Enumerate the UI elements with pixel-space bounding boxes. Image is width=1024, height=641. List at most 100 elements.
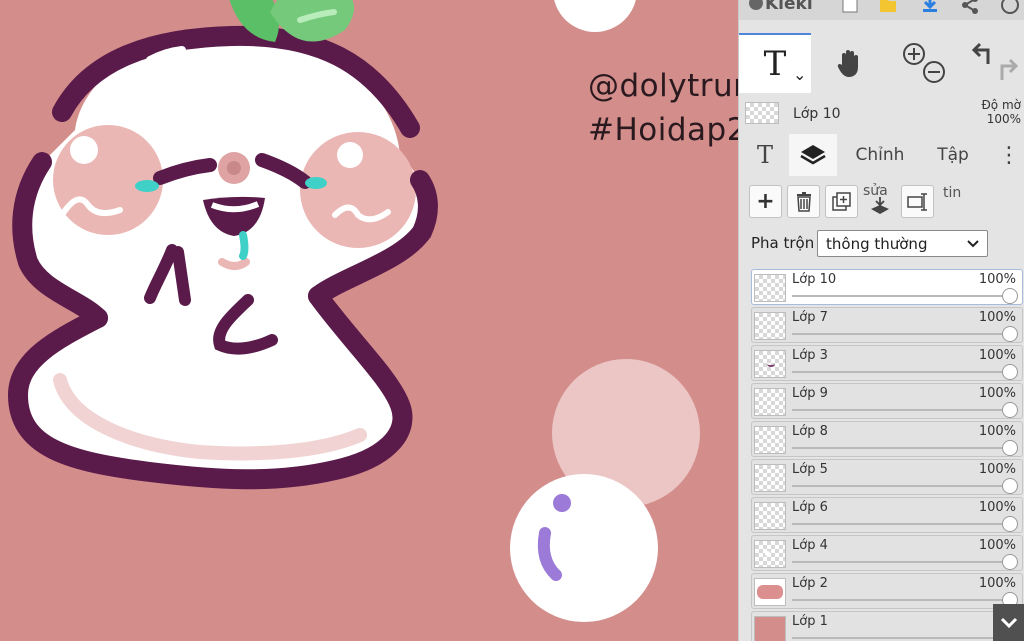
layer-row[interactable]: Lớp 6 100%: [751, 497, 1023, 533]
bubble-dot: [553, 494, 571, 512]
zoom-in-icon[interactable]: [903, 43, 925, 65]
layer-opacity-handle[interactable]: [1002, 554, 1018, 570]
layer-opacity: 100%: [978, 462, 1016, 477]
layer-row[interactable]: Lớp 110: [751, 611, 1023, 641]
merge-label: sửa: [863, 183, 888, 199]
layer-thumbnail: [754, 578, 786, 606]
opacity-value: 100%: [986, 112, 1021, 126]
opacity-label: Độ mờ: [981, 98, 1022, 112]
layer-opacity: 100%: [978, 500, 1016, 515]
layer-row[interactable]: Lớp 2 100%: [751, 573, 1023, 609]
merge-layer-button[interactable]: sửa: [863, 183, 896, 218]
layer-opacity: 100%: [978, 576, 1016, 591]
zoom-out-icon[interactable]: [923, 61, 945, 83]
layer-name: Lớp 10: [792, 272, 837, 287]
download-icon[interactable]: [921, 0, 939, 14]
text-tool-button[interactable]: T ⌄: [739, 33, 811, 93]
layer-thumbnail: [754, 502, 786, 530]
rename-layer-button[interactable]: [901, 185, 934, 218]
layer-name: Lớp 9: [792, 386, 828, 401]
canvas-text-hashtag: #Hoidap2: [588, 112, 738, 148]
redo-icon[interactable]: [1000, 58, 1019, 80]
bubble-white: [510, 474, 658, 622]
layer-name: Lớp 4: [792, 538, 828, 553]
layer-opacity-handle[interactable]: [1002, 516, 1018, 532]
layer-opacity-handle[interactable]: [1002, 402, 1018, 418]
left-cheek: [53, 125, 163, 235]
layer-opacity-slider[interactable]: [792, 333, 1010, 335]
current-layer-name: Lớp 10: [793, 106, 841, 122]
tab-more[interactable]: ⋮: [997, 134, 1021, 176]
new-image-icon[interactable]: [841, 0, 859, 14]
layer-opacity-slider[interactable]: [792, 409, 1010, 411]
app-logo[interactable]: Kleki: [749, 0, 813, 14]
current-layer-info: Lớp 10 Độ mờ 100%: [739, 96, 1024, 134]
bubble-top: [554, 0, 636, 32]
blend-mode-select[interactable]: thông thường: [817, 230, 988, 257]
blend-mode-value: thông thường: [826, 235, 928, 253]
layer-row[interactable]: Lớp 4 100%: [751, 535, 1023, 571]
layer-opacity: 100%: [978, 538, 1016, 553]
tab-layers[interactable]: [789, 134, 837, 176]
chevron-down-icon: [967, 240, 979, 248]
layer-opacity-slider[interactable]: [792, 599, 1010, 601]
delete-layer-button[interactable]: [787, 185, 820, 218]
hand-icon: [837, 50, 858, 77]
info-label: tin: [943, 185, 962, 201]
kleki-app: @dolytrur #Hoidap2 Kleki T ⌄ Lớp 10 Độ m…: [0, 0, 1024, 641]
layer-row[interactable]: Lớp 10 100%: [751, 269, 1023, 305]
current-layer-thumbnail: [745, 102, 779, 124]
layer-name: Lớp 1: [792, 614, 828, 629]
duplicate-layer-button[interactable]: [825, 185, 858, 218]
layer-opacity-slider[interactable]: [792, 295, 1010, 297]
layer-name: Lớp 8: [792, 424, 828, 439]
layer-opacity-slider[interactable]: [792, 485, 1010, 487]
layer-row[interactable]: Lớp 5 100%: [751, 459, 1023, 495]
layer-thumbnail: [754, 426, 786, 454]
chevron-down-icon[interactable]: ⌄: [793, 65, 806, 84]
kleki-logo-icon: [749, 0, 763, 10]
add-layer-button[interactable]: +: [749, 185, 782, 218]
panel-tabs: T Chỉnh Tập ⋮: [739, 134, 1024, 176]
zoom-controls: [889, 33, 959, 93]
layer-thumbnail: [754, 464, 786, 492]
layer-row[interactable]: Lớp 9 100%: [751, 383, 1023, 419]
layer-opacity-handle[interactable]: [1002, 364, 1018, 380]
drawing-canvas[interactable]: @dolytrur #Hoidap2: [0, 0, 738, 641]
layer-opacity-slider[interactable]: [792, 561, 1010, 563]
layer-opacity-slider[interactable]: [792, 447, 1010, 449]
blend-mode-row: Pha trộn thông thường: [751, 230, 1021, 257]
layers-icon: [800, 145, 826, 165]
layer-opacity: 100%: [978, 310, 1016, 325]
scroll-down-button[interactable]: [993, 604, 1024, 641]
trash-icon: [796, 191, 811, 212]
layer-opacity-slider[interactable]: [792, 523, 1010, 525]
layer-thumbnail: [754, 616, 786, 641]
text-tool-icon: T: [763, 44, 787, 84]
top-bar: Kleki: [739, 0, 1024, 20]
layer-thumbnail: [754, 540, 786, 568]
left-tear: [135, 180, 159, 192]
layer-row[interactable]: Lớp 7 100%: [751, 307, 1023, 343]
layer-opacity-slider[interactable]: [792, 637, 1010, 639]
tool-row: T ⌄: [739, 33, 1024, 93]
tab-text[interactable]: T: [745, 134, 785, 176]
layer-opacity-slider[interactable]: [792, 371, 1010, 373]
share-icon[interactable]: [961, 0, 979, 14]
layer-opacity-handle[interactable]: [1002, 326, 1018, 342]
layer-opacity-handle[interactable]: [1002, 478, 1018, 494]
help-icon[interactable]: [1001, 0, 1019, 14]
canvas-text-handle: @dolytrur: [588, 68, 738, 104]
tab-file[interactable]: Tập: [927, 134, 979, 176]
plus-icon: +: [756, 189, 775, 214]
layer-opacity-handle[interactable]: [1002, 288, 1018, 304]
layer-row[interactable]: Lớp 3 100%: [751, 345, 1023, 381]
layer-opacity-handle[interactable]: [1002, 440, 1018, 456]
open-folder-icon[interactable]: [879, 0, 897, 14]
app-name: Kleki: [765, 0, 813, 14]
tab-adjust[interactable]: Chỉnh: [849, 134, 911, 176]
layer-row[interactable]: Lớp 8 100%: [751, 421, 1023, 457]
hand-tool-button[interactable]: [815, 33, 885, 93]
undo-icon[interactable]: [971, 42, 990, 64]
layers-list: Lớp 10 100% Lớp 7 100% Lớp 3 100% Lớp 9 100% Lớp…: [751, 269, 1023, 641]
